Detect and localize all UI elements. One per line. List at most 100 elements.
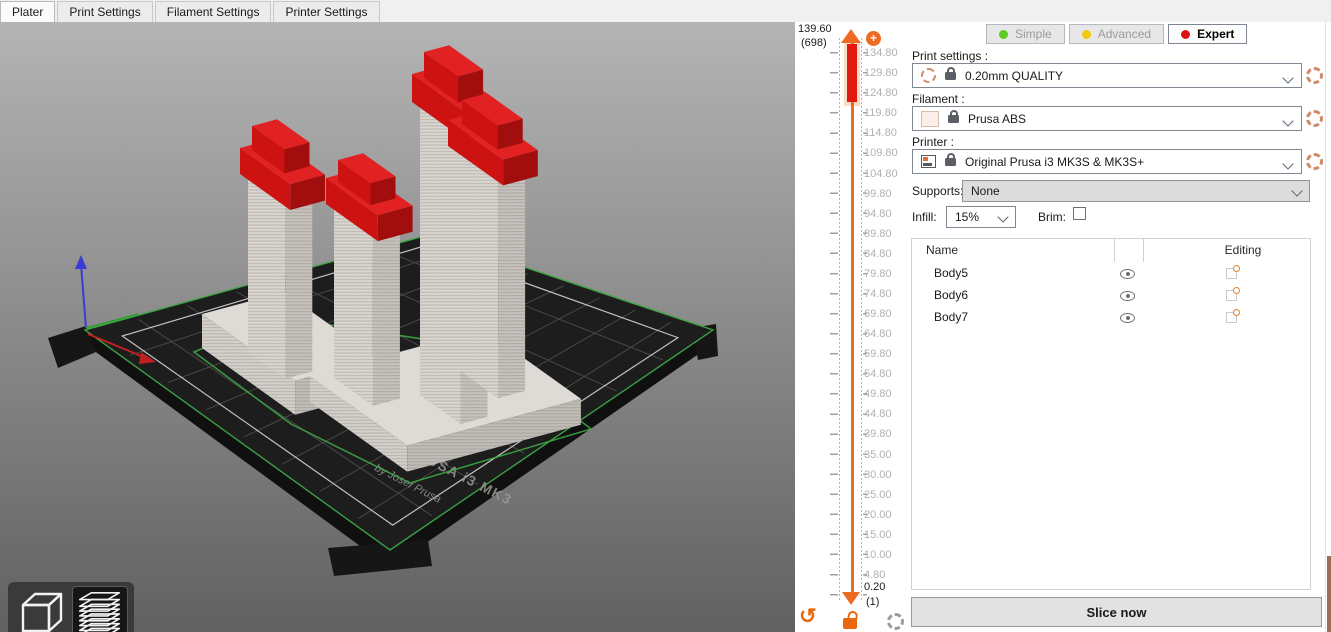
- slider-upper-handle[interactable]: [841, 29, 861, 43]
- filament-combo[interactable]: Prusa ABS: [912, 106, 1302, 131]
- visibility-eye-icon[interactable]: [1120, 313, 1135, 323]
- tab-plater[interactable]: Plater: [0, 1, 55, 22]
- slider-lower-handle[interactable]: [842, 592, 860, 605]
- layer-tick-label: 74.80: [864, 287, 910, 301]
- object-name: Body7: [934, 310, 968, 324]
- layer-tick-label: 94.80: [864, 207, 910, 221]
- edit-object-icon[interactable]: [1226, 290, 1237, 301]
- slider-min-layer-count: (1): [866, 596, 879, 609]
- prusaslicer-window: PlaterPrint SettingsFilament SettingsPri…: [0, 0, 1331, 632]
- layer-tick-label: 109.80: [864, 146, 910, 160]
- layer-tick-label: 134.80: [864, 46, 910, 60]
- printer-icon: [921, 155, 936, 168]
- layer-tick-label: 35.00: [864, 448, 910, 462]
- layers-stack-icon: [73, 587, 127, 632]
- filament-color-swatch: [921, 111, 939, 127]
- chevron-down-icon: [1282, 158, 1293, 169]
- slider-dotted-line-left: [839, 38, 840, 600]
- object-row[interactable]: Body7: [912, 307, 1310, 329]
- infill-label: Infill:: [912, 210, 937, 224]
- object-name: Body5: [934, 266, 968, 280]
- infill-dropdown[interactable]: 15%: [946, 206, 1016, 228]
- mode-row: Simple Advanced Expert: [986, 24, 1247, 44]
- edit-object-icon[interactable]: [1226, 268, 1237, 279]
- slice-now-button[interactable]: Slice now: [911, 597, 1322, 627]
- unlock-icon[interactable]: [843, 618, 857, 629]
- panel-edge-divider: [1325, 22, 1326, 632]
- printer-value: Original Prusa i3 MK3S & MK3S+: [965, 155, 1144, 169]
- layer-tick-label: 84.80: [864, 247, 910, 261]
- plater-scene: ORIGINAL PRUSA i3 MK3 by Josef Prusa: [0, 22, 795, 632]
- chevron-down-icon: [1291, 185, 1302, 196]
- filament-label: Filament :: [912, 92, 965, 106]
- object-row[interactable]: Body5: [912, 263, 1310, 285]
- preview-view-button[interactable]: [72, 586, 128, 632]
- mode-label: Advanced: [1098, 27, 1151, 41]
- layer-tick-label: 69.80: [864, 307, 910, 321]
- editing-column-header: Editing: [1212, 243, 1274, 257]
- column-separator: [1143, 239, 1144, 262]
- tab-printer-settings[interactable]: Printer Settings: [273, 1, 379, 22]
- add-color-change-icon[interactable]: +: [866, 31, 881, 46]
- filament-value: Prusa ABS: [968, 112, 1026, 126]
- slider-min-value: 0.20: [864, 581, 885, 594]
- 3d-viewport[interactable]: ORIGINAL PRUSA i3 MK3 by Josef Prusa: [0, 22, 795, 632]
- brim-checkbox[interactable]: [1073, 207, 1086, 220]
- layer-tick-label: 39.80: [864, 427, 910, 441]
- layer-tick-label: 54.80: [864, 367, 910, 381]
- filament-gear-icon[interactable]: [1306, 110, 1323, 127]
- print-settings-combo[interactable]: 0.20mm QUALITY: [912, 63, 1302, 88]
- mode-button-expert[interactable]: Expert: [1168, 24, 1247, 44]
- object-list: Name Editing Body5Body6Body7: [911, 238, 1311, 590]
- printer-combo[interactable]: Original Prusa i3 MK3S & MK3S+: [912, 149, 1302, 174]
- layer-tick-label: 114.80: [864, 126, 910, 140]
- editor-view-button[interactable]: [14, 586, 70, 632]
- edit-object-icon[interactable]: [1226, 312, 1237, 323]
- infill-value: 15%: [955, 210, 979, 224]
- simple-mode-dot-icon: [999, 30, 1008, 39]
- lock-icon: [948, 115, 959, 123]
- print-settings-value: 0.20mm QUALITY: [965, 69, 1063, 83]
- window-edge-strip: [1327, 556, 1331, 632]
- object-row[interactable]: Body6: [912, 285, 1310, 307]
- layer-tick-label: 20.00: [864, 508, 910, 522]
- object-name: Body6: [934, 288, 968, 302]
- mode-label: Simple: [1015, 27, 1052, 41]
- profile-gear-icon: [921, 68, 936, 83]
- lock-icon: [945, 72, 956, 80]
- supports-dropdown[interactable]: None: [962, 180, 1310, 202]
- lock-icon: [945, 158, 956, 166]
- slider-track[interactable]: [851, 43, 854, 592]
- chevron-down-icon: [997, 211, 1008, 222]
- undo-icon[interactable]: ↺: [799, 606, 817, 628]
- mode-button-simple[interactable]: Simple: [986, 24, 1065, 44]
- layer-tick-label: 99.80: [864, 187, 910, 201]
- mode-label: Expert: [1197, 27, 1234, 41]
- print-settings-gear-icon[interactable]: [1306, 67, 1323, 84]
- tab-filament-settings[interactable]: Filament Settings: [155, 1, 272, 22]
- layer-tick-label: 30.00: [864, 468, 910, 482]
- layer-tick-label: 44.80: [864, 407, 910, 421]
- layer-tick-label: 89.80: [864, 227, 910, 241]
- chevron-down-icon: [1282, 72, 1293, 83]
- brim-label: Brim:: [1038, 210, 1066, 224]
- view-mode-toolbar: [8, 582, 134, 632]
- expert-mode-dot-icon: [1181, 30, 1190, 39]
- visibility-eye-icon[interactable]: [1120, 291, 1135, 301]
- layer-tick-label: 25.00: [864, 488, 910, 502]
- layer-tick-label: 4.80: [864, 568, 910, 582]
- slider-settings-gear-icon[interactable]: [887, 613, 904, 630]
- layer-tick-label: 124.80: [864, 86, 910, 100]
- chevron-down-icon: [1282, 115, 1293, 126]
- mode-button-advanced[interactable]: Advanced: [1069, 24, 1164, 44]
- layer-tick-label: 10.00: [864, 548, 910, 562]
- tab-bar: PlaterPrint SettingsFilament SettingsPri…: [0, 0, 1331, 23]
- printer-gear-icon[interactable]: [1306, 153, 1323, 170]
- slider-ruler-left: [830, 52, 838, 598]
- visibility-eye-icon[interactable]: [1120, 269, 1135, 279]
- slider-selected-range: [847, 44, 857, 102]
- slider-max-value: 139.60: [798, 23, 836, 36]
- advanced-mode-dot-icon: [1082, 30, 1091, 39]
- tab-print-settings[interactable]: Print Settings: [57, 1, 152, 22]
- layer-slider: 139.60 (698) + 134.80129.80124.80119.801…: [795, 22, 910, 632]
